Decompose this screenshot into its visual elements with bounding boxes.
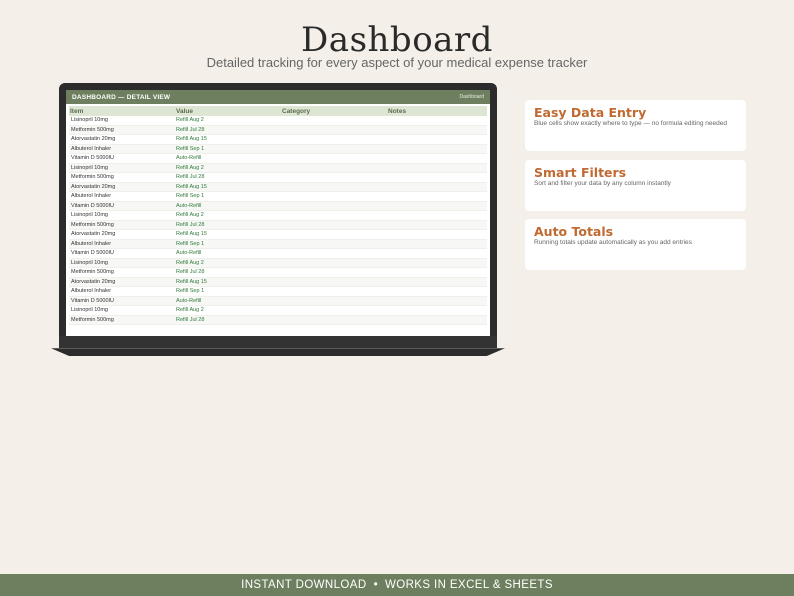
table-row: Atorvastatin 20mg Refill Aug 15 xyxy=(69,277,487,287)
footer-banner: INSTANT DOWNLOAD • WORKS IN EXCEL & SHEE… xyxy=(0,574,794,596)
cell-item[interactable]: Lisinopril 10mg xyxy=(69,165,175,171)
cell-item[interactable]: Albuterol Inhaler xyxy=(69,193,175,199)
cell-value[interactable]: Auto-Refill xyxy=(175,298,281,304)
feature-description: Running totals update automatically as y… xyxy=(534,239,692,246)
sheet-header: DASHBOARD — DETAIL VIEW Dashboard xyxy=(66,90,490,104)
table-row: Metformin 500mg Refill Jul 28 xyxy=(69,173,487,183)
table-row: Albuterol Inhaler Refill Sep 1 xyxy=(69,192,487,202)
cell-item[interactable]: Lisinopril 10mg xyxy=(69,212,175,218)
cell-value[interactable]: Auto-Refill xyxy=(175,203,281,209)
footer-works-in: WORKS IN EXCEL & SHEETS xyxy=(385,579,553,591)
cell-item[interactable]: Albuterol Inhaler xyxy=(69,146,175,152)
column-header-item[interactable]: Item xyxy=(69,108,175,115)
table-row: Atorvastatin 20mg Refill Aug 15 xyxy=(69,182,487,192)
footer-instant-download: INSTANT DOWNLOAD xyxy=(241,579,367,591)
cell-item[interactable]: Atorvastatin 20mg xyxy=(69,136,175,142)
cell-value[interactable]: Refill Aug 2 xyxy=(175,117,281,123)
table-row: Albuterol Inhaler Refill Sep 1 xyxy=(69,239,487,249)
cell-item[interactable]: Metformin 500mg xyxy=(69,127,175,133)
feature-title: Auto Totals xyxy=(534,224,614,239)
cell-value[interactable]: Refill Aug 15 xyxy=(175,136,281,142)
cell-item[interactable]: Lisinopril 10mg xyxy=(69,260,175,266)
table-row: Metformin 500mg Refill Jul 28 xyxy=(69,220,487,230)
data-table: Item Value Category Notes Lisinopril 10m… xyxy=(69,106,487,325)
table-row: Metformin 500mg Refill Jul 28 xyxy=(69,125,487,135)
cell-item[interactable]: Atorvastatin 20mg xyxy=(69,184,175,190)
table-row: Atorvastatin 20mg Refill Aug 15 xyxy=(69,230,487,240)
cell-value[interactable]: Refill Sep 1 xyxy=(175,193,281,199)
table-row: Metformin 500mg Refill Jul 28 xyxy=(69,315,487,325)
cell-item[interactable]: Atorvastatin 20mg xyxy=(69,231,175,237)
feature-card-auto-totals: Auto Totals Running totals update automa… xyxy=(525,219,746,270)
table-row: Lisinopril 10mg Refill Aug 2 xyxy=(69,306,487,316)
table-row: Atorvastatin 20mg Refill Aug 15 xyxy=(69,135,487,145)
cell-item[interactable]: Lisinopril 10mg xyxy=(69,307,175,313)
cell-value[interactable]: Refill Aug 2 xyxy=(175,212,281,218)
cell-value[interactable]: Refill Sep 1 xyxy=(175,146,281,152)
feature-card-smart-filters: Smart Filters Sort and filter your data … xyxy=(525,160,746,211)
laptop-hinge xyxy=(59,336,497,348)
cell-value[interactable]: Refill Sep 1 xyxy=(175,288,281,294)
cell-value[interactable]: Refill Sep 1 xyxy=(175,241,281,247)
cell-item[interactable]: Vitamin D 5000IU xyxy=(69,298,175,304)
feature-card-easy-data-entry: Easy Data Entry Blue cells show exactly … xyxy=(525,100,746,151)
cell-value[interactable]: Refill Jul 28 xyxy=(175,269,281,275)
table-row: Lisinopril 10mg Refill Aug 2 xyxy=(69,211,487,221)
cell-item[interactable]: Metformin 500mg xyxy=(69,222,175,228)
column-header-category[interactable]: Category xyxy=(281,108,387,115)
cell-value[interactable]: Auto-Refill xyxy=(175,250,281,256)
cell-item[interactable]: Lisinopril 10mg xyxy=(69,117,175,123)
cell-item[interactable]: Albuterol Inhaler xyxy=(69,241,175,247)
table-row: Lisinopril 10mg Refill Aug 2 xyxy=(69,116,487,126)
laptop-screen: DASHBOARD — DETAIL VIEW Dashboard Item V… xyxy=(59,83,497,346)
footer-separator: • xyxy=(373,579,378,591)
feature-description: Blue cells show exactly where to type — … xyxy=(534,120,727,127)
column-header-value[interactable]: Value xyxy=(175,108,281,115)
table-row: Metformin 500mg Refill Jul 28 xyxy=(69,268,487,278)
cell-value[interactable]: Auto-Refill xyxy=(175,155,281,161)
table-body: Lisinopril 10mg Refill Aug 2 Metformin 500… xyxy=(69,116,487,325)
cell-value[interactable]: Refill Aug 15 xyxy=(175,231,281,237)
table-row: Vitamin D 5000IU Auto-Refill xyxy=(69,249,487,259)
spreadsheet: DASHBOARD — DETAIL VIEW Dashboard Item V… xyxy=(66,90,490,338)
table-row: Lisinopril 10mg Refill Aug 2 xyxy=(69,258,487,268)
cell-item[interactable]: Metformin 500mg xyxy=(69,269,175,275)
cell-value[interactable]: Refill Jul 28 xyxy=(175,222,281,228)
cell-value[interactable]: Refill Aug 2 xyxy=(175,307,281,313)
table-row: Vitamin D 5000IU Auto-Refill xyxy=(69,201,487,211)
cell-value[interactable]: Refill Aug 15 xyxy=(175,279,281,285)
cell-item[interactable]: Vitamin D 5000IU xyxy=(69,250,175,256)
cell-value[interactable]: Refill Aug 15 xyxy=(175,184,281,190)
cell-value[interactable]: Refill Jul 28 xyxy=(175,317,281,323)
feature-title: Smart Filters xyxy=(534,165,627,180)
sheet-title: DASHBOARD — DETAIL VIEW xyxy=(72,93,171,101)
cell-value[interactable]: Refill Jul 28 xyxy=(175,127,281,133)
table-row: Albuterol Inhaler Refill Sep 1 xyxy=(69,144,487,154)
sheet-tab[interactable]: Dashboard xyxy=(460,94,484,100)
table-row: Vitamin D 5000IU Auto-Refill xyxy=(69,296,487,306)
feature-title: Easy Data Entry xyxy=(534,105,647,120)
cell-item[interactable]: Metformin 500mg xyxy=(69,317,175,323)
cell-value[interactable]: Refill Jul 28 xyxy=(175,174,281,180)
cell-value[interactable]: Refill Aug 2 xyxy=(175,260,281,266)
cell-item[interactable]: Vitamin D 5000IU xyxy=(69,203,175,209)
table-row: Lisinopril 10mg Refill Aug 2 xyxy=(69,163,487,173)
table-row: Albuterol Inhaler Refill Sep 1 xyxy=(69,287,487,297)
cell-item[interactable]: Metformin 500mg xyxy=(69,174,175,180)
page-subtitle: Detailed tracking for every aspect of yo… xyxy=(206,55,588,70)
column-header-notes[interactable]: Notes xyxy=(387,108,487,115)
table-row: Vitamin D 5000IU Auto-Refill xyxy=(69,154,487,164)
cell-item[interactable]: Atorvastatin 20mg xyxy=(69,279,175,285)
cell-item[interactable]: Vitamin D 5000IU xyxy=(69,155,175,161)
feature-description: Sort and filter your data by any column … xyxy=(534,180,671,187)
cell-value[interactable]: Refill Aug 2 xyxy=(175,165,281,171)
table-header: Item Value Category Notes xyxy=(69,106,487,116)
cell-item[interactable]: Albuterol Inhaler xyxy=(69,288,175,294)
page-title: Dashboard xyxy=(301,20,493,60)
